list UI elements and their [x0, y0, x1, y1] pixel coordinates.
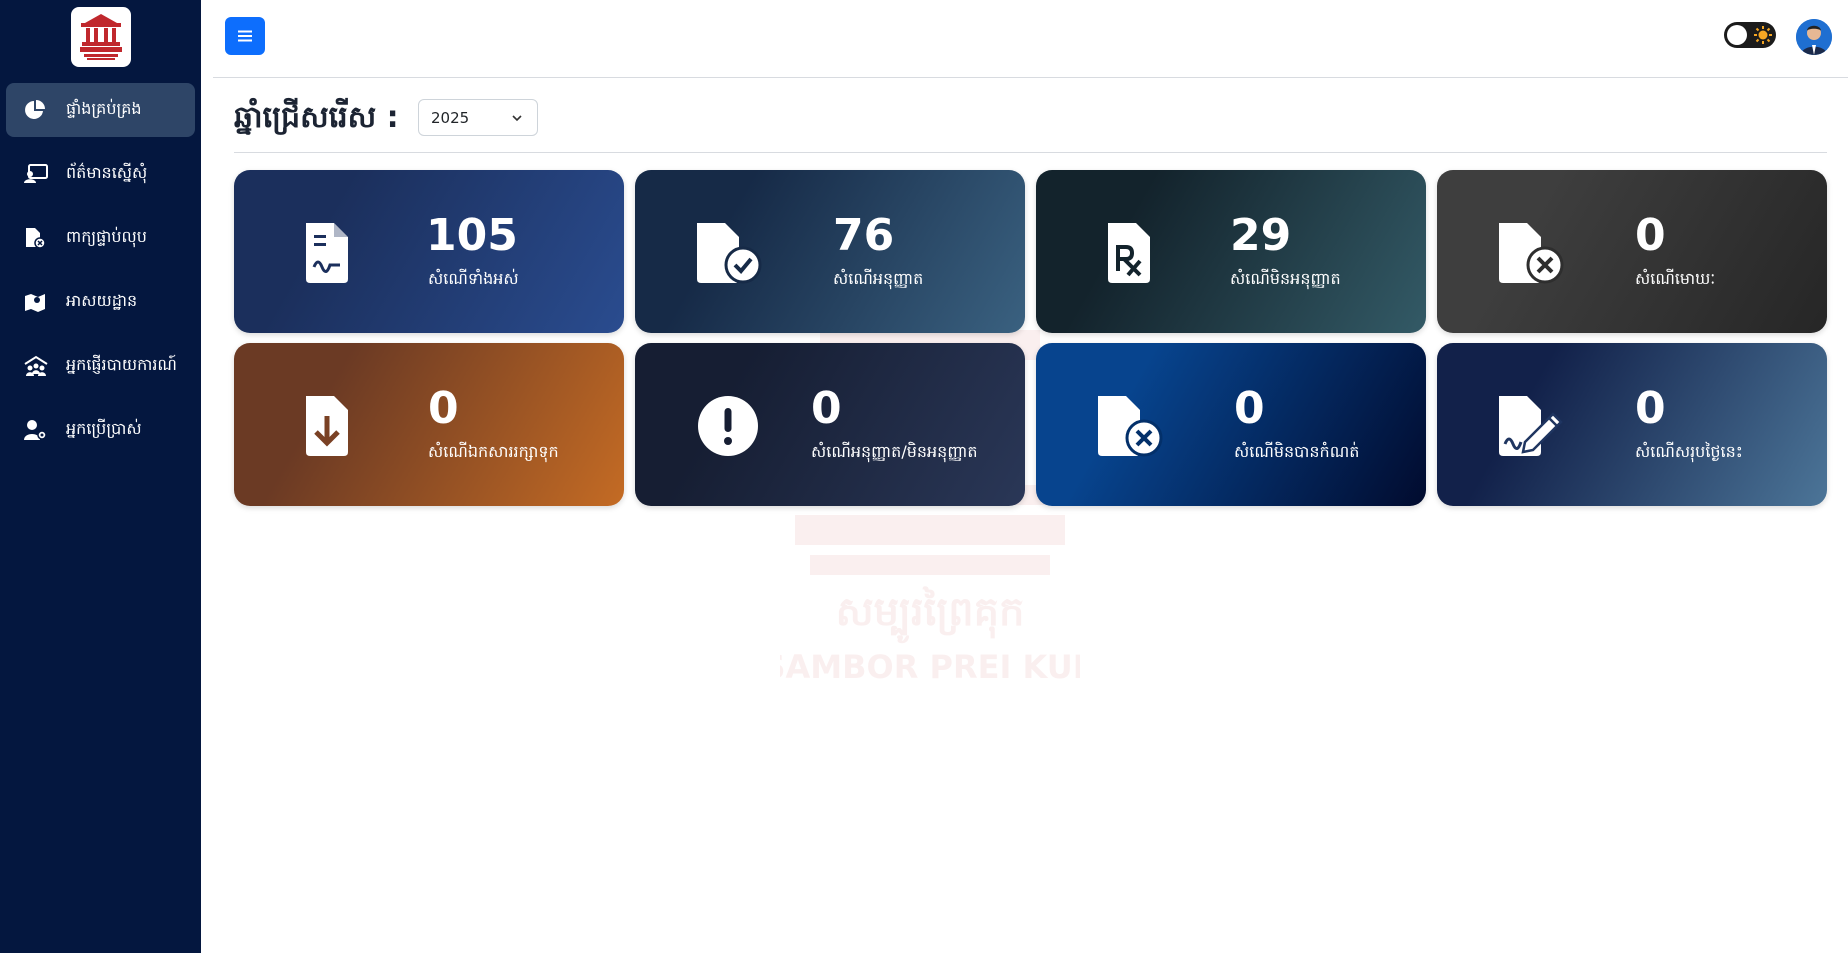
- filter-divider: [234, 152, 1827, 153]
- monitor-user-icon: [24, 163, 54, 185]
- logo[interactable]: [71, 7, 131, 67]
- file-check-icon: [693, 218, 763, 288]
- year-select-value: 2025: [431, 108, 470, 127]
- toggle-knob: [1727, 25, 1747, 45]
- stat-card-undetermined[interactable]: 0 សំណើមិនបានកំណត់: [1036, 343, 1426, 506]
- stat-value: 0: [428, 383, 459, 434]
- header-divider: [213, 77, 1848, 78]
- stat-label: សំណើមោឃៈ: [1635, 269, 1716, 288]
- stat-card-rejected[interactable]: 29 សំណើមិនអនុញ្ញាត: [1036, 170, 1426, 333]
- stat-value: 105: [426, 210, 518, 261]
- sidebar-item-label: ផ្ទាំងគ្រប់គ្រង: [66, 99, 142, 118]
- stat-value: 0: [1635, 210, 1666, 261]
- svg-text:SAMBOR PREI KUK: SAMBOR PREI KUK: [780, 648, 1080, 686]
- stat-card-voided[interactable]: 0 សំណើមោឃៈ: [1437, 170, 1827, 333]
- stat-value: 0: [1635, 383, 1666, 434]
- sidebar-item-reporters[interactable]: អ្នកផ្ញើរបាយការណ៍: [6, 339, 195, 393]
- stat-card-today[interactable]: 0 សំណើសរុបថ្ងៃនេះ: [1437, 343, 1827, 506]
- hamburger-icon: [238, 30, 252, 42]
- people-roof-icon: [24, 355, 54, 377]
- stat-card-total[interactable]: 105 សំណើទាំងអស់: [234, 170, 624, 333]
- stat-label: សំណើមិនអនុញ្ញាត: [1230, 269, 1341, 288]
- year-filter-label: ឆ្នាំជ្រើសរើស :: [234, 100, 399, 135]
- file-prescription-icon: [1094, 218, 1164, 288]
- chevron-down-icon: [512, 115, 522, 122]
- file-signature-icon: [292, 218, 362, 288]
- sidebar-item-deleted[interactable]: ពាក្យផ្ទាប់លុប: [6, 211, 195, 265]
- sidebar-item-requests[interactable]: ព័ត៌មានស្នើសុំ: [6, 147, 195, 201]
- stat-label: សំណើអនុញ្ញាត/មិនអនុញ្ញាត: [811, 442, 978, 461]
- file-x-icon: [1495, 218, 1565, 288]
- theme-toggle[interactable]: [1724, 22, 1776, 48]
- sidebar-item-dashboard[interactable]: ផ្ទាំងគ្រប់គ្រង: [6, 83, 195, 137]
- stat-card-approved[interactable]: 76 សំណើអនុញ្ញាត: [635, 170, 1025, 333]
- file-x-icon: [1094, 391, 1164, 461]
- sidebar-item-label: អ្នកផ្ញើរបាយការណ៍: [66, 355, 177, 374]
- stat-label: សំណើសរុបថ្ងៃនេះ: [1635, 442, 1743, 461]
- stat-value: 76: [833, 210, 895, 261]
- sidebar-item-users[interactable]: អ្នកប្រើប្រាស់: [6, 403, 195, 457]
- user-avatar-icon: [1796, 19, 1832, 55]
- sidebar-item-label: អាសយដ្ឋាន: [66, 291, 138, 310]
- svg-text:សម្បូរព្រៃគុក: សម្បូរព្រៃគុក: [836, 586, 1025, 644]
- stat-card-archived[interactable]: 0 សំណើឯកសាររក្សាទុក: [234, 343, 624, 506]
- sidebar-item-label: ព័ត៌មានស្នើសុំ: [66, 163, 148, 182]
- stat-label: សំណើមិនបានកំណត់: [1234, 442, 1360, 461]
- menu-toggle-button[interactable]: [225, 17, 265, 55]
- file-download-icon: [292, 391, 362, 461]
- map-icon: [24, 291, 54, 313]
- exclamation-circle-icon: [693, 391, 763, 461]
- sidebar-item-label: ពាក្យផ្ទាប់លុប: [66, 227, 147, 246]
- pie-chart-icon: [24, 99, 54, 121]
- stat-card-pending[interactable]: 0 សំណើអនុញ្ញាត/មិនអនុញ្ញាត: [635, 343, 1025, 506]
- stat-label: សំណើអនុញ្ញាត: [833, 269, 924, 288]
- sidebar-nav: ផ្ទាំងគ្រប់គ្រង ព័ត៌មានស្នើសុំ ពាក្យផ្ទា…: [6, 83, 195, 467]
- user-gear-icon: [24, 419, 54, 441]
- user-avatar[interactable]: [1796, 19, 1832, 55]
- sidebar: ផ្ទាំងគ្រប់គ្រង ព័ត៌មានស្នើសុំ ពាក្យផ្ទា…: [0, 0, 201, 953]
- file-cancel-icon: [24, 227, 54, 249]
- stat-value: 0: [811, 383, 842, 434]
- sidebar-item-address[interactable]: អាសយដ្ឋាន: [6, 275, 195, 329]
- year-select[interactable]: 2025: [418, 99, 538, 136]
- file-pen-icon: [1495, 391, 1565, 461]
- temple-logo-icon: [80, 14, 122, 60]
- stat-label: សំណើទាំងអស់: [428, 269, 519, 288]
- stat-label: សំណើឯកសាររក្សាទុក: [428, 442, 559, 461]
- stat-value: 29: [1230, 210, 1292, 261]
- sun-icon: [1754, 26, 1772, 44]
- stat-value: 0: [1234, 383, 1265, 434]
- sidebar-item-label: អ្នកប្រើប្រាស់: [66, 419, 142, 438]
